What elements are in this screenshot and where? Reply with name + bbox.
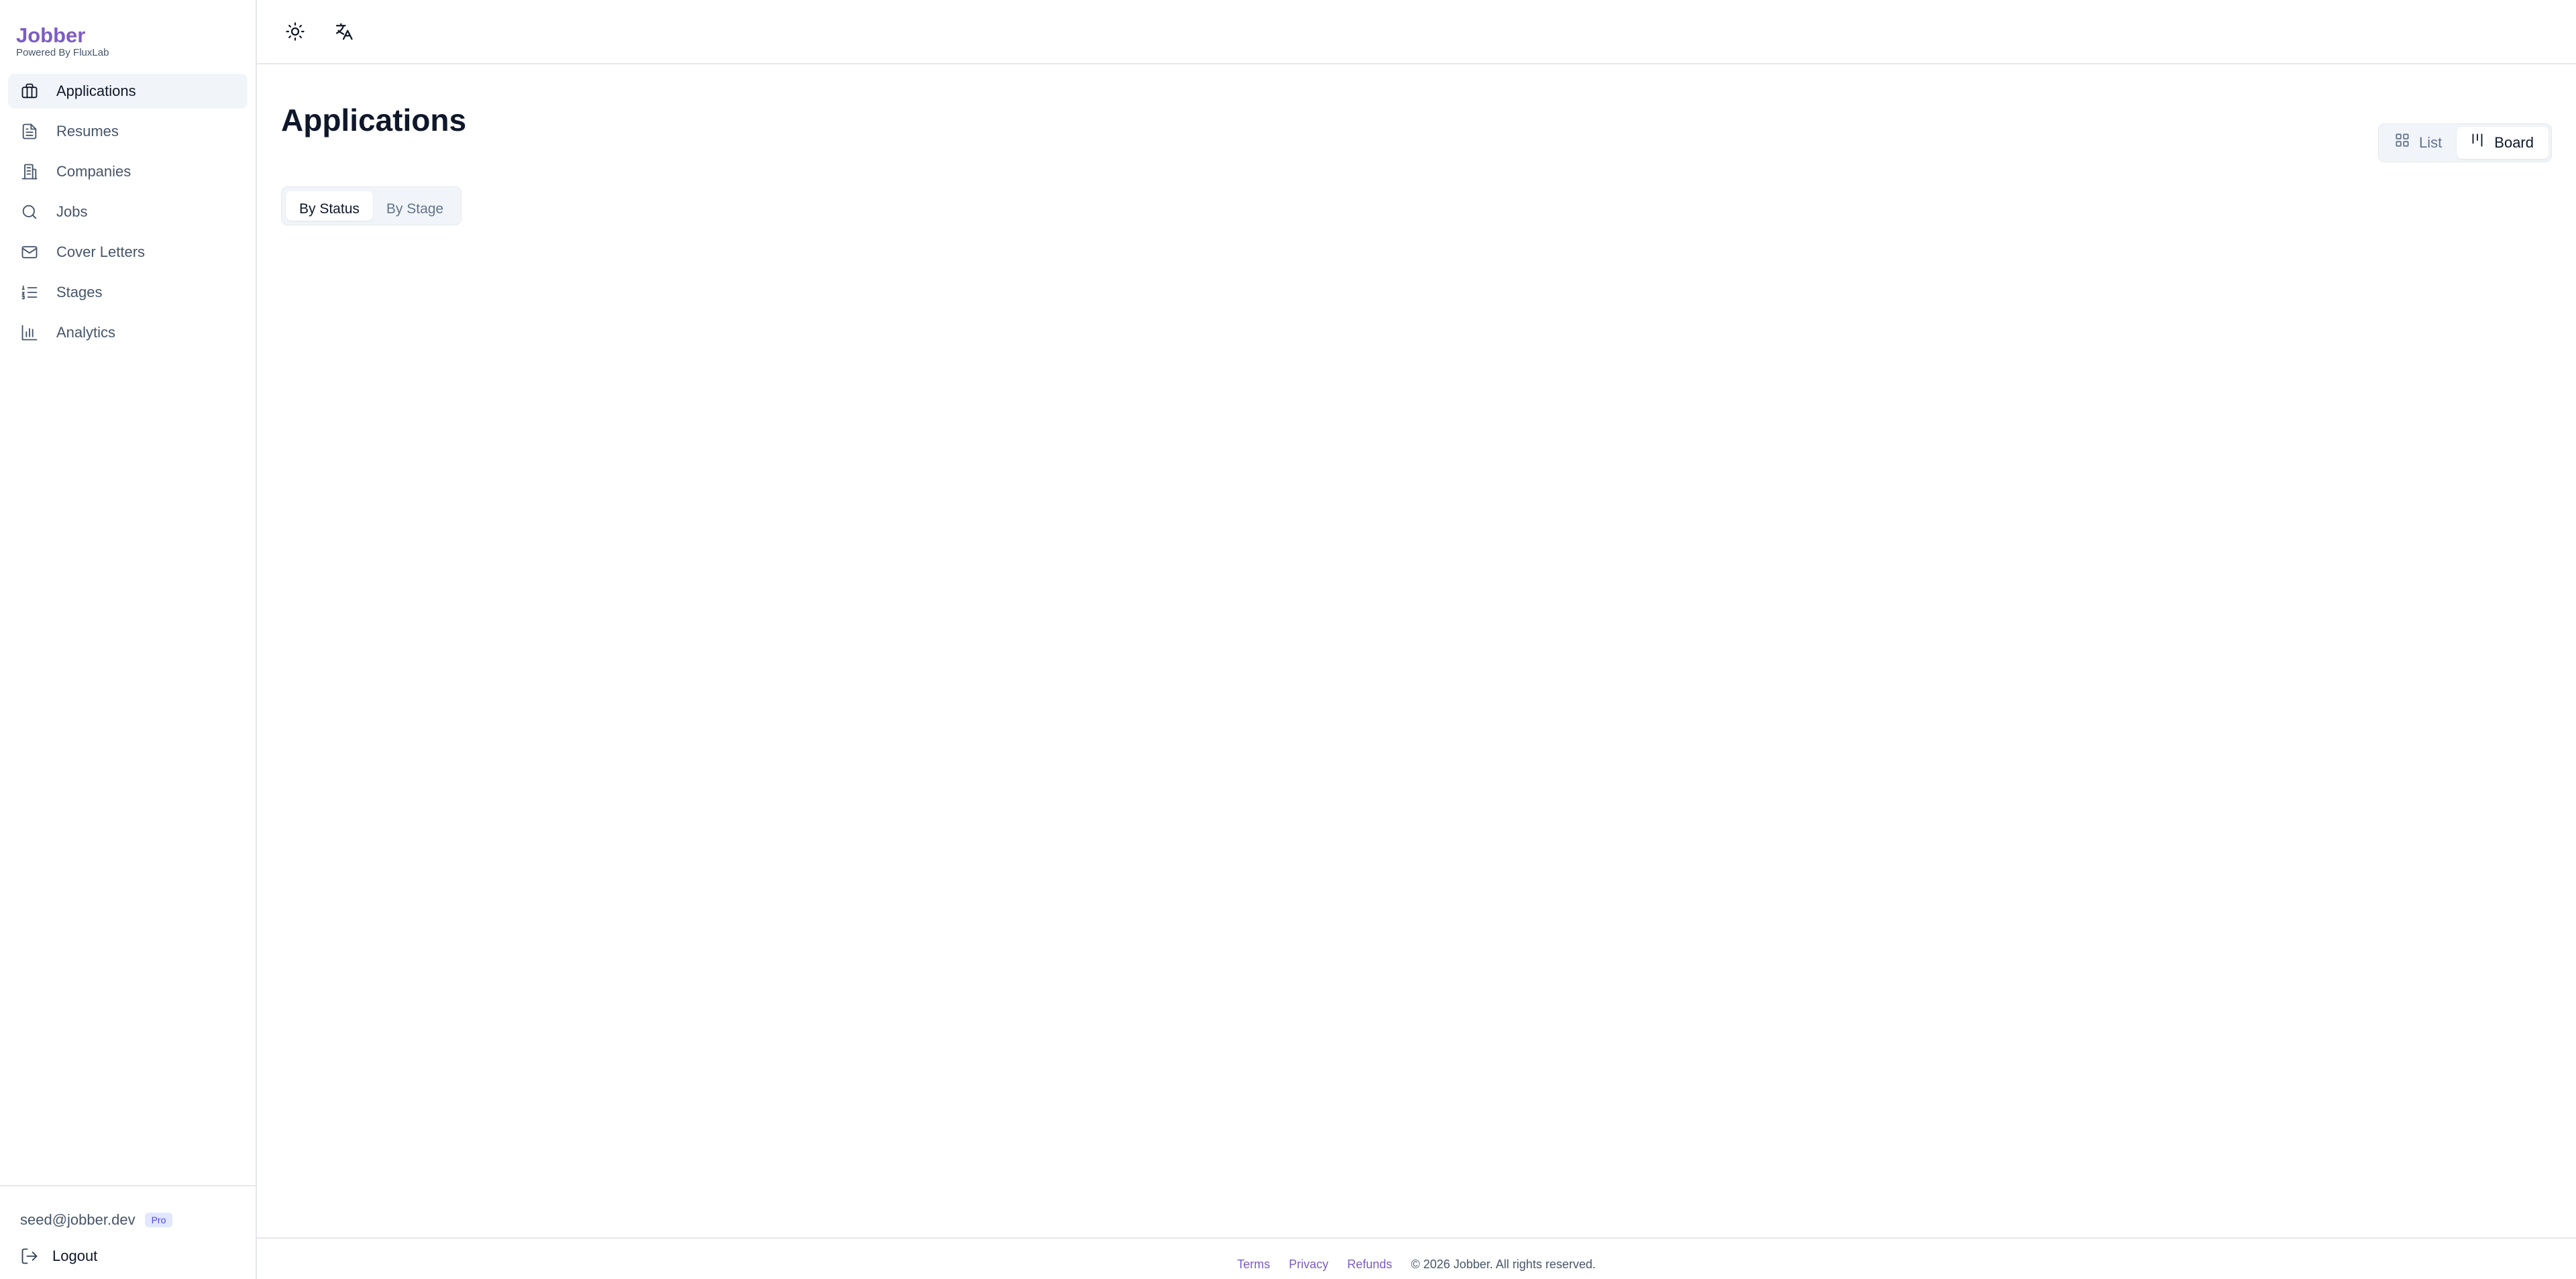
page-footer: Terms Privacy Refunds © 2026 Jobber. All… — [257, 1237, 2576, 1279]
logout-button[interactable]: Logout — [0, 1236, 256, 1276]
sidebar-item-jobs[interactable]: Jobs — [8, 194, 248, 229]
tab-by-status[interactable]: By Status — [286, 191, 373, 221]
bar-chart-icon — [20, 323, 39, 342]
sidebar-item-stages[interactable]: Stages — [8, 275, 248, 310]
briefcase-icon — [20, 82, 39, 101]
main-area: Applications List Board By Status By Sta… — [257, 0, 2576, 1279]
board-view-label: Board — [2494, 134, 2534, 151]
user-info: seed@jobber.dev Pro — [0, 1186, 256, 1231]
sidebar-item-applications[interactable]: Applications — [8, 74, 248, 109]
mail-icon — [20, 243, 39, 262]
kanban-icon — [2472, 133, 2483, 147]
building-icon — [20, 162, 39, 181]
brand-title: Jobber — [16, 23, 86, 47]
sidebar-item-cover-letters[interactable]: Cover Letters — [8, 235, 248, 270]
page-title: Applications — [281, 103, 467, 137]
board-view-button[interactable]: Board — [2457, 127, 2548, 159]
terms-link[interactable]: Terms — [1237, 1258, 1270, 1272]
sidebar-item-label: Applications — [56, 82, 136, 99]
logout-icon — [20, 1247, 39, 1266]
sidebar-item-label: Companies — [56, 163, 131, 180]
tab-by-stage[interactable]: By Stage — [373, 191, 457, 221]
search-icon — [20, 203, 39, 221]
sidebar-item-label: Resumes — [56, 123, 119, 140]
refunds-link[interactable]: Refunds — [1347, 1258, 1392, 1272]
sun-icon — [286, 22, 305, 41]
list-view-label: List — [2419, 134, 2443, 151]
grouping-tabs: By Status By Stage — [281, 186, 462, 225]
copyright-text: © 2026 Jobber. All rights reserved. — [1411, 1257, 1596, 1271]
sidebar-item-companies[interactable]: Companies — [8, 154, 248, 189]
app-root: Jobber Powered By FluxLab Applications R… — [0, 0, 2576, 1279]
sidebar-item-label: Analytics — [56, 324, 116, 341]
sidebar-nav: Applications Resumes Companies Jobs Cove… — [0, 64, 256, 355]
sidebar-item-label: Stages — [56, 284, 103, 300]
sidebar-item-label: Cover Letters — [56, 243, 146, 260]
list-ordered-icon — [20, 283, 39, 302]
list-view-button[interactable]: List — [2381, 127, 2457, 159]
plan-badge: Pro — [144, 1213, 173, 1227]
brand[interactable]: Jobber Powered By FluxLab — [0, 0, 256, 64]
view-toggle: List Board — [2378, 123, 2552, 162]
brand-subtitle: Powered By FluxLab — [16, 47, 109, 58]
user-email: seed@jobber.dev — [20, 1211, 136, 1228]
sidebar-item-resumes[interactable]: Resumes — [8, 114, 248, 149]
theme-toggle-button[interactable] — [281, 17, 309, 46]
privacy-link[interactable]: Privacy — [1289, 1258, 1328, 1272]
translate-icon — [335, 23, 353, 40]
sidebar-item-label: Jobs — [56, 203, 88, 220]
logout-label: Logout — [52, 1247, 98, 1264]
language-button[interactable] — [329, 17, 358, 46]
file-text-icon — [20, 122, 39, 141]
topbar — [257, 0, 2576, 64]
sidebar-footer: seed@jobber.dev Pro Logout — [0, 1185, 256, 1279]
sidebar: Jobber Powered By FluxLab Applications R… — [0, 0, 257, 1279]
grid-icon — [2396, 133, 2409, 147]
sidebar-item-analytics[interactable]: Analytics — [8, 315, 248, 350]
